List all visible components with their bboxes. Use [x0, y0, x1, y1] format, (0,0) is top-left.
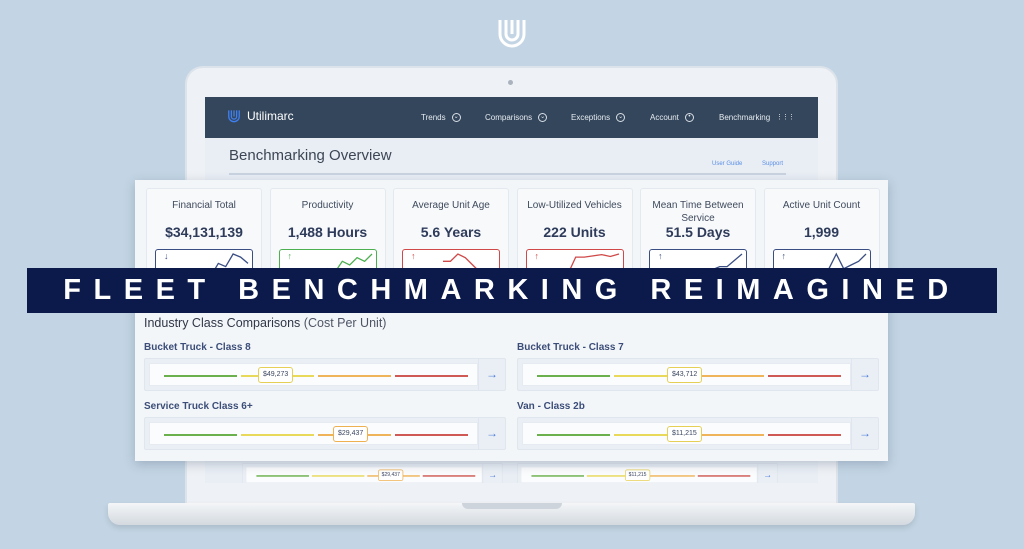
range-segment	[318, 375, 391, 377]
range-segment	[164, 434, 237, 436]
arrow-right-icon[interactable]: →	[851, 359, 878, 390]
cost-value-pill: $29,437	[378, 469, 404, 481]
cost-value-pill: $29,437	[333, 426, 369, 442]
brand[interactable]: Utilimarc	[227, 108, 294, 124]
range-segment	[537, 434, 610, 436]
range-segment	[256, 475, 309, 477]
range-segment	[768, 375, 841, 377]
kpi-value: 1,488 Hours	[287, 224, 368, 240]
nav-label: Exceptions	[571, 113, 611, 122]
arrow-right-icon[interactable]: →	[478, 418, 505, 449]
kpi-title: Financial Total	[172, 200, 236, 211]
comparisons-subtitle: (Cost Per Unit)	[303, 316, 387, 330]
range-segment	[241, 434, 314, 436]
nav-exceptions[interactable]: Exceptions ⌄	[571, 113, 626, 122]
laptop-notch	[462, 503, 562, 509]
brand-logo-icon	[228, 110, 240, 123]
user-icon: •	[684, 113, 694, 122]
support-link[interactable]: Support	[762, 161, 783, 167]
kpi-value: 1,999	[803, 224, 840, 240]
nav-label: Trends	[421, 113, 446, 122]
range-segment	[642, 475, 695, 477]
comparison-bar-bg-1: $29,437 →	[242, 463, 503, 483]
comparison-bar: $29,437 →	[144, 417, 506, 450]
arrow-right-icon[interactable]: →	[851, 418, 878, 449]
comparison-label: Service Truck Class 6+	[144, 401, 253, 412]
nav-label: Comparisons	[485, 113, 533, 122]
nav-label: Account	[650, 113, 679, 122]
range-segment	[537, 375, 610, 377]
comparisons-heading: Industry Class Comparisons	[144, 316, 301, 330]
kpi-value: 222 Units	[543, 224, 606, 240]
comparison-label: Bucket Truck - Class 7	[517, 342, 624, 353]
comparisons-title: Industry Class Comparisons (Cost Per Uni…	[144, 316, 386, 330]
range-segment	[531, 475, 584, 477]
comparison-bar: $11,215 →	[517, 417, 879, 450]
comparison-label: Bucket Truck - Class 8	[144, 342, 251, 353]
utilimarc-logo-icon	[498, 20, 526, 48]
range-segment	[697, 475, 751, 477]
cost-value-pill: $43,712	[667, 367, 703, 383]
arrow-right-icon[interactable]: →	[478, 359, 505, 390]
comparison-track: $29,437	[245, 466, 483, 483]
comparison-track: $11,215	[520, 466, 758, 483]
chevron-down-icon: ⌄	[616, 113, 626, 122]
kpi-value: $34,131,139	[165, 224, 243, 240]
laptop-camera	[508, 80, 513, 85]
comparison-label: Van - Class 2b	[517, 401, 585, 412]
chevron-down-icon: ⌄	[451, 113, 461, 122]
kpi-value: 5.6 Years	[420, 224, 482, 240]
chevron-down-icon: ⌄	[538, 113, 548, 122]
grid-icon: ⋮⋮⋮	[776, 113, 795, 121]
comparison-track: $11,215	[522, 422, 851, 445]
range-segment	[395, 375, 468, 377]
user-guide-link[interactable]: User Guide	[712, 161, 742, 167]
kpi-title: Average Unit Age	[412, 200, 490, 211]
comparison-bar: $43,712 →	[517, 358, 879, 391]
range-segment	[422, 475, 476, 477]
arrow-right-icon[interactable]: →	[482, 463, 501, 483]
kpi-title: Productivity	[301, 200, 354, 211]
arrow-right-icon[interactable]: →	[757, 463, 777, 483]
kpi-value: 51.5 Days	[665, 224, 731, 240]
comparison-bar-bg-2: $11,215 →	[517, 463, 778, 483]
overlay-panel: Financial Total $34,131,139 ↓ Productivi…	[135, 180, 888, 461]
range-segment	[311, 475, 365, 477]
title-divider	[229, 173, 786, 175]
range-segment	[768, 434, 841, 436]
range-segment	[395, 434, 468, 436]
range-segment	[691, 434, 764, 436]
comparison-track: $49,273	[149, 363, 478, 386]
kpi-title: Low-Utilized Vehicles	[527, 200, 622, 211]
nav-account[interactable]: Account •	[650, 113, 694, 122]
nav-comparisons[interactable]: Comparisons ⌄	[485, 113, 548, 122]
comparison-track: $29,437	[149, 422, 478, 445]
cost-value-pill: $49,273	[258, 367, 294, 383]
nav-label: Benchmarking	[719, 113, 771, 122]
comparison-bar: $49,273 →	[144, 358, 506, 391]
nav-benchmarking[interactable]: Benchmarking ⋮⋮⋮	[719, 113, 795, 122]
cost-value-pill: $11,215	[667, 426, 702, 442]
kpi-title: Active Unit Count	[782, 200, 861, 211]
top-navbar: Utilimarc Trends ⌄ Comparisons ⌄ Exception…	[205, 97, 818, 138]
page-title: Benchmarking Overview	[229, 147, 392, 164]
range-segment	[164, 375, 237, 377]
brand-name: Utilimarc	[247, 109, 294, 123]
cost-value-pill: $11,215	[625, 469, 651, 481]
nav-trends[interactable]: Trends ⌄	[421, 113, 461, 122]
kpi-title: Mean Time Between Service	[652, 200, 744, 224]
comparison-track: $43,712	[522, 363, 851, 386]
headline-banner: FLEET BENCHMARKING REIMAGINED	[27, 268, 997, 313]
